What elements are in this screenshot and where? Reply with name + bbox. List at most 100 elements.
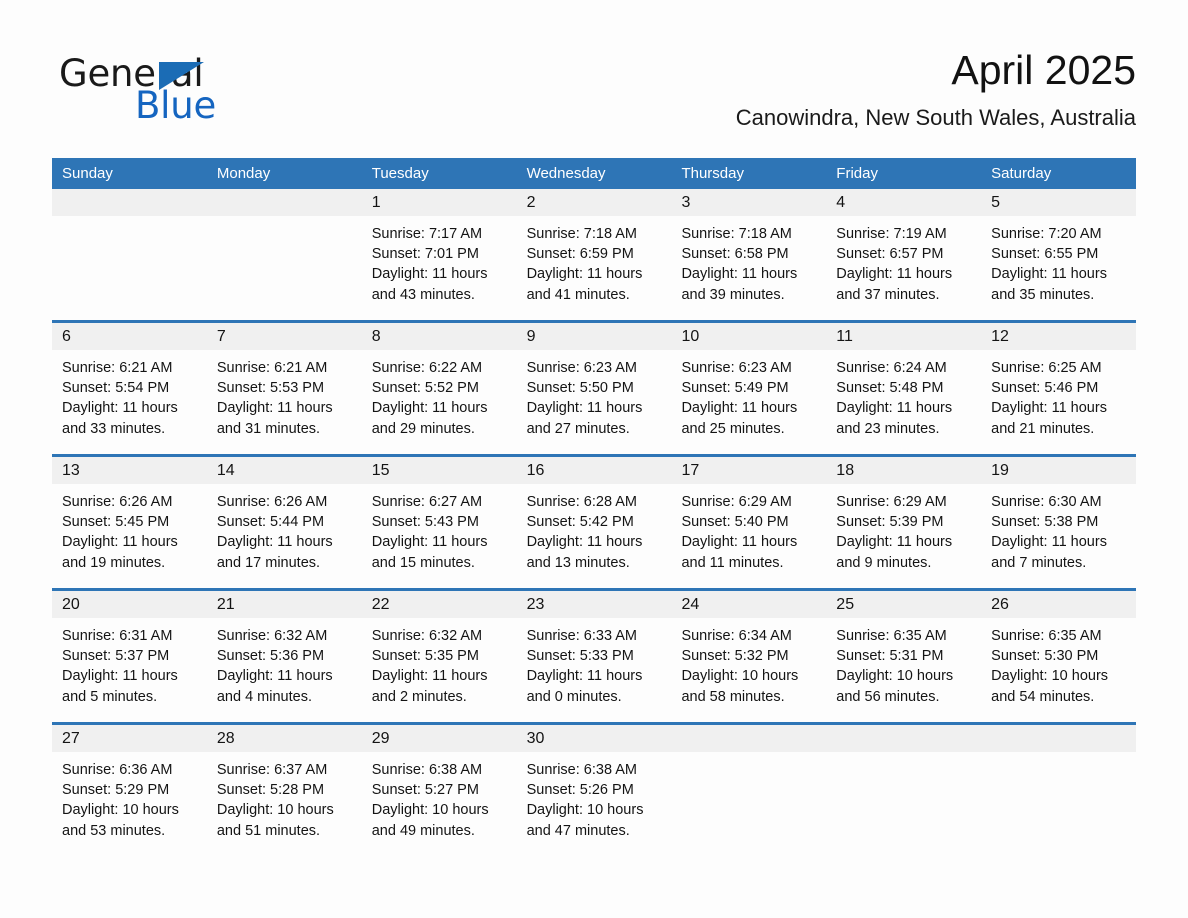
day-number[interactable]: 24 xyxy=(671,591,826,618)
calendar-week-row: 13 14 15 16 17 18 19 Sunrise: 6:26 AM Sunset: 5:… xyxy=(52,457,1136,591)
sunset-text: Sunset: 5:45 PM xyxy=(62,514,170,531)
calendar-cell[interactable]: Sunrise: 6:31 AM Sunset: 5:37 PM Daylight:… xyxy=(52,618,207,722)
day-number[interactable]: 25 xyxy=(826,591,981,618)
day-number[interactable]: 16 xyxy=(517,457,672,484)
weekday-header-row: Sunday Monday Tuesday Wednesday Thursday Frid… xyxy=(52,158,1136,189)
calendar-cell[interactable]: Sunrise: 6:35 AM Sunset: 5:31 PM Daylight:… xyxy=(826,618,981,722)
day-number[interactable]: 15 xyxy=(362,457,517,484)
calendar-cell[interactable]: Sunrise: 6:37 AM Sunset: 5:28 PM Daylight:… xyxy=(207,752,362,856)
day-number[interactable]: 5 xyxy=(981,189,1136,216)
day-number[interactable]: 12 xyxy=(981,323,1136,350)
sunrise-text: Sunrise: 7:20 AM xyxy=(991,226,1102,242)
calendar-cell[interactable]: Sunrise: 6:35 AM Sunset: 5:30 PM Daylight:… xyxy=(981,618,1136,722)
calendar-cell[interactable]: Sunrise: 6:33 AM Sunset: 5:33 PM Daylight:… xyxy=(517,618,672,722)
day-number[interactable]: 8 xyxy=(362,323,517,350)
calendar-cell[interactable]: Sunrise: 6:27 AM Sunset: 5:43 PM Daylight:… xyxy=(362,484,517,588)
calendar-cell[interactable]: Sunrise: 7:17 AM Sunset: 7:01 PM Daylight:… xyxy=(362,216,517,320)
sunrise-text: Sunrise: 6:21 AM xyxy=(216,360,328,376)
day-number[interactable]: 27 xyxy=(52,725,207,752)
sunset-text: Sunset: 5:35 PM xyxy=(371,648,479,665)
calendar-cell[interactable]: Sunrise: 6:36 AM Sunset: 5:29 PM Daylight:… xyxy=(52,752,207,856)
sunset-text: Sunset: 5:52 PM xyxy=(371,380,479,397)
day-number[interactable]: 10 xyxy=(671,323,826,350)
weekday-header-saturday: Saturday xyxy=(991,165,1052,182)
sunrise-text: Sunrise: 6:37 AM xyxy=(216,762,328,778)
day-number[interactable]: 20 xyxy=(52,591,207,618)
calendar-cell[interactable]: Sunrise: 6:32 AM Sunset: 5:35 PM Daylight:… xyxy=(362,618,517,722)
day-number[interactable]: 19 xyxy=(981,457,1136,484)
calendar-cell[interactable]: Sunrise: 6:38 AM Sunset: 5:27 PM Daylight:… xyxy=(362,752,517,856)
sunset-text: Sunset: 5:42 PM xyxy=(526,514,634,531)
calendar-cell[interactable]: Sunrise: 6:29 AM Sunset: 5:39 PM Daylight:… xyxy=(826,484,981,588)
daylight-text: Daylight: 11 hours and 33 minutes. xyxy=(62,400,178,437)
daylight-text: Daylight: 10 hours and 53 minutes. xyxy=(62,802,179,839)
daylight-text: Daylight: 11 hours and 35 minutes. xyxy=(991,266,1107,303)
calendar-cell[interactable]: Sunrise: 6:26 AM Sunset: 5:45 PM Daylight:… xyxy=(52,484,207,588)
daylight-text: Daylight: 10 hours and 58 minutes. xyxy=(681,668,799,705)
calendar-cell[interactable]: Sunrise: 6:32 AM Sunset: 5:36 PM Daylight:… xyxy=(207,618,362,722)
calendar-table: Sunday Monday Tuesday Wednesday Thursday Frid… xyxy=(52,158,1136,856)
week-detail-row: Sunrise: 6:21 AM Sunset: 5:54 PM Daylight:… xyxy=(52,350,1136,454)
weekday-header-friday: Friday xyxy=(836,165,878,182)
day-number[interactable]: 3 xyxy=(671,189,826,216)
day-number[interactable]: 6 xyxy=(52,323,207,350)
calendar-cell[interactable]: Sunrise: 7:18 AM Sunset: 6:58 PM Daylight:… xyxy=(671,216,826,320)
calendar-cell[interactable]: Sunrise: 6:28 AM Sunset: 5:42 PM Daylight:… xyxy=(517,484,672,588)
sunrise-text: Sunrise: 6:38 AM xyxy=(526,762,637,778)
calendar-cell[interactable]: Sunrise: 6:21 AM Sunset: 5:53 PM Daylight:… xyxy=(207,350,362,454)
day-number-empty xyxy=(826,725,981,752)
day-number[interactable]: 23 xyxy=(517,591,672,618)
sunrise-text: Sunrise: 6:26 AM xyxy=(62,494,173,510)
daylight-text: Daylight: 11 hours and 25 minutes. xyxy=(681,400,798,437)
sunrise-text: Sunrise: 6:29 AM xyxy=(681,494,792,510)
week-date-number-row: 27 28 29 30 xyxy=(52,725,1136,752)
calendar-cell[interactable]: Sunrise: 6:25 AM Sunset: 5:46 PM Daylight:… xyxy=(981,350,1136,454)
day-number-empty xyxy=(52,189,207,216)
calendar-cell[interactable]: Sunrise: 7:18 AM Sunset: 6:59 PM Daylight:… xyxy=(517,216,672,320)
day-number[interactable]: 4 xyxy=(826,189,981,216)
calendar-cell[interactable]: Sunrise: 7:19 AM Sunset: 6:57 PM Daylight:… xyxy=(826,216,981,320)
day-number[interactable]: 28 xyxy=(207,725,362,752)
calendar-cell-empty xyxy=(671,752,826,856)
day-number[interactable]: 26 xyxy=(981,591,1136,618)
day-number[interactable]: 22 xyxy=(362,591,517,618)
day-number[interactable]: 1 xyxy=(362,189,517,216)
day-number[interactable]: 9 xyxy=(517,323,672,350)
location-subtitle: Canowindra, New South Wales, Australia xyxy=(735,105,1136,130)
weekday-header-tuesday: Tuesday xyxy=(371,165,429,182)
calendar-cell[interactable]: Sunrise: 6:38 AM Sunset: 5:26 PM Daylight:… xyxy=(517,752,672,856)
week-detail-row: Sunrise: 6:36 AM Sunset: 5:29 PM Daylight:… xyxy=(52,752,1136,856)
day-number[interactable]: 2 xyxy=(517,189,672,216)
calendar-cell[interactable]: Sunrise: 6:23 AM Sunset: 5:49 PM Daylight:… xyxy=(671,350,826,454)
sunrise-text: Sunrise: 6:29 AM xyxy=(836,494,947,510)
calendar-cell[interactable]: Sunrise: 6:26 AM Sunset: 5:44 PM Daylight:… xyxy=(207,484,362,588)
day-number[interactable]: 21 xyxy=(207,591,362,618)
day-number[interactable]: 14 xyxy=(207,457,362,484)
calendar-cell[interactable]: Sunrise: 6:23 AM Sunset: 5:50 PM Daylight:… xyxy=(517,350,672,454)
sunset-text: Sunset: 5:48 PM xyxy=(836,380,944,397)
calendar-cell[interactable]: Sunrise: 6:29 AM Sunset: 5:40 PM Daylight:… xyxy=(671,484,826,588)
calendar-cell-empty xyxy=(981,752,1136,856)
calendar-cell[interactable]: Sunrise: 6:24 AM Sunset: 5:48 PM Daylight:… xyxy=(826,350,981,454)
day-number[interactable]: 17 xyxy=(671,457,826,484)
calendar-cell[interactable]: Sunrise: 6:21 AM Sunset: 5:54 PM Daylight:… xyxy=(52,350,207,454)
calendar-cell[interactable]: Sunrise: 7:20 AM Sunset: 6:55 PM Daylight:… xyxy=(981,216,1136,320)
daylight-text: Daylight: 10 hours and 54 minutes. xyxy=(991,668,1109,705)
day-number-empty xyxy=(671,725,826,752)
day-number[interactable]: 13 xyxy=(52,457,207,484)
calendar-cell[interactable]: Sunrise: 6:34 AM Sunset: 5:32 PM Daylight:… xyxy=(671,618,826,722)
day-number[interactable]: 7 xyxy=(207,323,362,350)
calendar-cell[interactable]: Sunrise: 6:22 AM Sunset: 5:52 PM Daylight:… xyxy=(362,350,517,454)
sunrise-text: Sunrise: 6:35 AM xyxy=(836,628,947,644)
day-number[interactable]: 11 xyxy=(826,323,981,350)
day-number[interactable]: 18 xyxy=(826,457,981,484)
day-number[interactable]: 29 xyxy=(362,725,517,752)
weekday-header-wednesday: Wednesday xyxy=(526,165,606,182)
day-number[interactable]: 30 xyxy=(517,725,672,752)
sunset-text: Sunset: 5:32 PM xyxy=(681,648,789,665)
sunset-text: Sunset: 5:38 PM xyxy=(991,514,1099,531)
daylight-text: Daylight: 11 hours and 9 minutes. xyxy=(836,534,953,571)
daylight-text: Daylight: 11 hours and 17 minutes. xyxy=(216,534,333,571)
calendar-cell[interactable]: Sunrise: 6:30 AM Sunset: 5:38 PM Daylight:… xyxy=(981,484,1136,588)
daylight-text: Daylight: 10 hours and 56 minutes. xyxy=(836,668,954,705)
